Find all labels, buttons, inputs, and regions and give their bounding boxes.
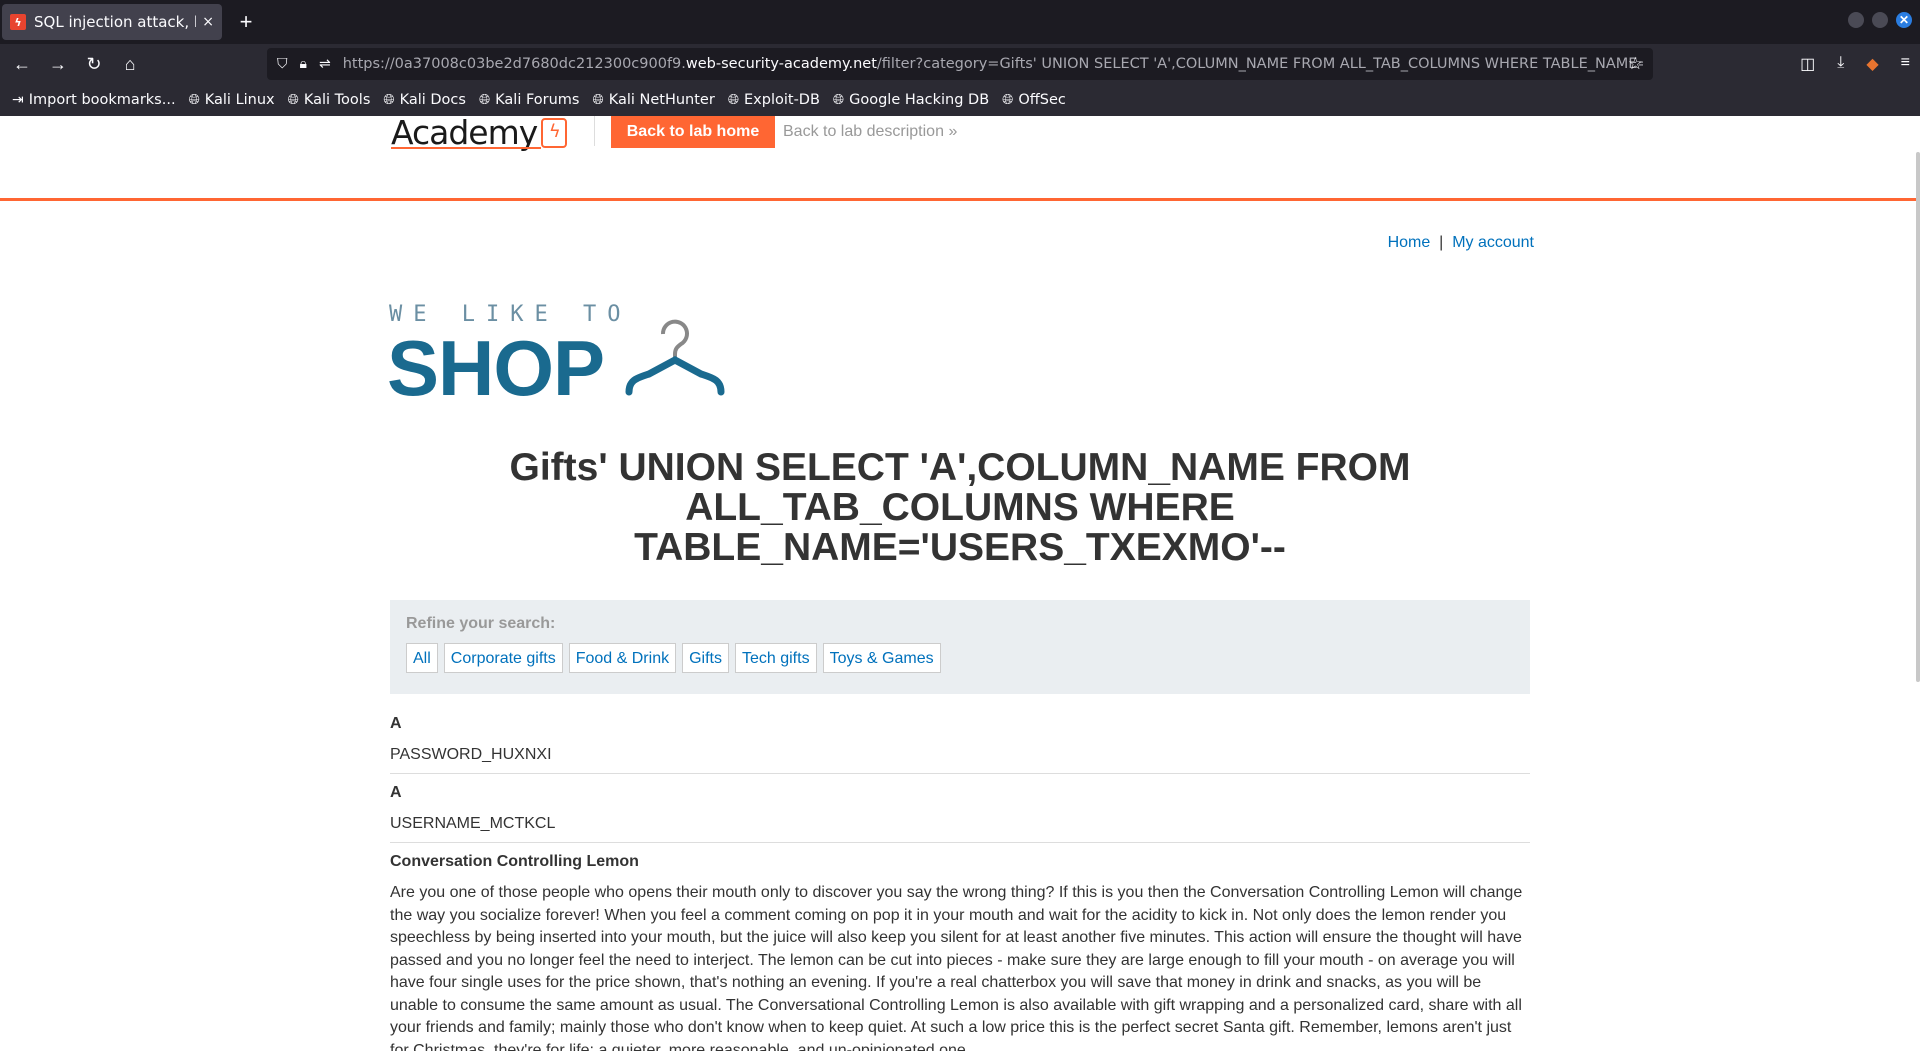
home-link[interactable]: Home <box>1388 234 1431 251</box>
globe-icon: 🌐︎ <box>383 92 395 108</box>
bookmark-star-icon[interactable]: ☆ <box>1628 54 1643 74</box>
page-content: Academy ϟ Back to lab home Back to lab de… <box>0 116 1920 1051</box>
new-tab-button[interactable]: + <box>234 8 258 36</box>
filter-tech-gifts[interactable]: Tech gifts <box>734 643 817 673</box>
forward-arrow-icon[interactable]: → <box>44 50 72 78</box>
bookmark-kali-forums[interactable]: 🌐︎ Kali Forums <box>479 92 580 108</box>
bookmarks-bar: ⇥ Import bookmarks... 🌐︎ Kali Linux 🌐︎ Kali… <box>0 84 1920 116</box>
list-item: Conversation Controlling Lemon Are you o… <box>390 851 1530 1051</box>
bookmark-kali-tools[interactable]: 🌐︎ Kali Tools <box>288 92 371 108</box>
bookmark-label: Kali Tools <box>303 92 371 108</box>
back-to-lab-description-link[interactable]: Back to lab description » <box>783 116 957 148</box>
top-nav-links: Home | My account <box>1388 234 1534 252</box>
product-title: Conversation Controlling Lemon <box>390 853 639 870</box>
bookmark-google-hacking-db[interactable]: 🌐︎ Google Hacking DB <box>833 92 989 108</box>
filter-toys-games[interactable]: Toys & Games <box>822 643 941 673</box>
bookmark-exploit-db[interactable]: 🌐︎ Exploit-DB <box>728 92 820 108</box>
hanger-icon <box>625 319 725 396</box>
home-icon[interactable]: ⌂ <box>116 50 144 78</box>
bookmark-import[interactable]: ⇥ Import bookmarks... <box>12 92 176 108</box>
category-heading: Gifts' UNION SELECT 'A',COLUMN_NAME FROM… <box>509 446 1411 569</box>
filter-gifts[interactable]: Gifts <box>682 643 729 673</box>
result-title: A <box>390 715 402 732</box>
lock-icon[interactable]: 🔒︎ <box>300 56 307 72</box>
url-prefix: https://0a37008c03be2d7680dc212300c900f9… <box>342 56 686 72</box>
bookmark-label: Kali Linux <box>204 92 275 108</box>
extension-fox-icon[interactable]: ◆ <box>1866 54 1878 74</box>
nav-separator: | <box>1439 234 1444 251</box>
results-list: A PASSWORD_HUXNXI A USERNAME_MCTKCL Conv… <box>390 713 1530 1051</box>
globe-icon: 🌐︎ <box>727 92 740 108</box>
permissions-icon[interactable]: ⇌ <box>319 56 331 72</box>
globe-icon: 🌐︎ <box>832 92 845 108</box>
bookmark-label: Google Hacking DB <box>849 92 990 108</box>
bookmark-label: Exploit-DB <box>744 92 820 108</box>
list-item: A PASSWORD_HUXNXI <box>390 713 1530 774</box>
bookmark-label: Import bookmarks... <box>28 92 176 108</box>
back-to-lab-home-button[interactable]: Back to lab home <box>611 116 775 148</box>
bookmark-kali-nethunter[interactable]: 🌐︎ Kali NetHunter <box>593 92 715 108</box>
product-description: Are you one of those people who opens th… <box>390 884 1523 1051</box>
downloads-icon[interactable]: ⤓ <box>1837 54 1844 74</box>
minimize-button[interactable] <box>1848 12 1864 28</box>
globe-icon: 🌐︎ <box>478 92 491 108</box>
close-window-button[interactable]: ✕ <box>1896 12 1912 28</box>
tab-title: SQL injection attack, listin <box>34 13 197 31</box>
import-icon: ⇥ <box>12 92 24 108</box>
bookmark-offsec[interactable]: 🌐︎ OffSec <box>1002 92 1066 108</box>
bookmark-kali-linux[interactable]: 🌐︎ Kali Linux <box>189 92 275 108</box>
bookmark-label: Kali Forums <box>495 92 580 108</box>
back-arrow-icon[interactable]: ← <box>8 50 36 78</box>
filter-corporate-gifts[interactable]: Corporate gifts <box>443 643 563 673</box>
bookmark-kali-docs[interactable]: 🌐︎ Kali Docs <box>383 92 466 108</box>
lightning-bolt-icon: ϟ <box>541 118 568 148</box>
shield-icon[interactable]: ⛉ <box>277 56 288 72</box>
browser-tab-bar: ϟ SQL injection attack, listin × + ✕ <box>0 0 1920 44</box>
header-divider <box>594 116 595 146</box>
menu-icon[interactable]: ≡ <box>1901 54 1910 74</box>
globe-icon: 🌐︎ <box>592 92 604 108</box>
maximize-button[interactable] <box>1872 12 1888 28</box>
page-scrollbar[interactable] <box>1916 152 1920 682</box>
my-account-link[interactable]: My account <box>1452 234 1534 251</box>
shop-logo-word: SHOP <box>387 324 605 412</box>
list-item: A USERNAME_MCTKCL <box>390 782 1530 843</box>
url-path: /filter?category=Gifts' UNION SELECT 'A'… <box>876 56 1643 72</box>
refine-search-label: Refine your search: <box>406 615 556 632</box>
browser-tab[interactable]: ϟ SQL injection attack, listin × <box>2 4 222 40</box>
globe-icon: 🌐︎ <box>188 92 200 108</box>
result-title: A <box>390 784 402 801</box>
shop-logo: WE LIKE TO SHOP <box>387 302 749 412</box>
close-tab-icon[interactable]: × <box>202 14 214 30</box>
bookmark-label: OffSec <box>1018 92 1066 108</box>
portswigger-favicon-icon: ϟ <box>10 14 26 30</box>
browser-nav-bar: ← → ↻ ⌂ ⛉ 🔒︎ ⇌ https://0a37008c03be2d768… <box>0 44 1920 84</box>
result-value: PASSWORD_HUXNXI <box>390 746 552 763</box>
lab-header: Academy ϟ Back to lab home Back to lab de… <box>0 116 1916 201</box>
window-controls: ✕ <box>1848 12 1912 28</box>
url-bar[interactable]: ⛉ 🔒︎ ⇌ https://0a37008c03be2d7680dc21230… <box>267 48 1653 80</box>
result-value: USERNAME_MCTKCL <box>390 815 556 832</box>
reload-icon[interactable]: ↻ <box>80 50 108 78</box>
academy-logo-underline <box>391 147 541 149</box>
url-text[interactable]: https://0a37008c03be2d7680dc212300c900f9… <box>343 56 1643 72</box>
toolbar-right: ◫ ⤓ ◆ ≡ <box>1800 54 1910 74</box>
double-chevron-right-icon: » <box>948 123 958 140</box>
bookmark-label: Kali Docs <box>399 92 466 108</box>
globe-icon: 🌐︎ <box>287 92 299 108</box>
back-to-lab-description-label: Back to lab description <box>783 123 944 140</box>
url-domain: web-security-academy.net <box>685 56 877 72</box>
filter-all[interactable]: All <box>406 643 438 673</box>
filter-food-drink[interactable]: Food & Drink <box>568 643 677 673</box>
pocket-icon[interactable]: ◫ <box>1800 54 1815 74</box>
category-filters: All Corporate gifts Food & Drink Gifts T… <box>406 643 941 673</box>
bookmark-label: Kali NetHunter <box>608 92 715 108</box>
globe-icon: 🌐︎ <box>1002 92 1014 108</box>
refine-search-panel: Refine your search: All Corporate gifts … <box>390 600 1530 694</box>
